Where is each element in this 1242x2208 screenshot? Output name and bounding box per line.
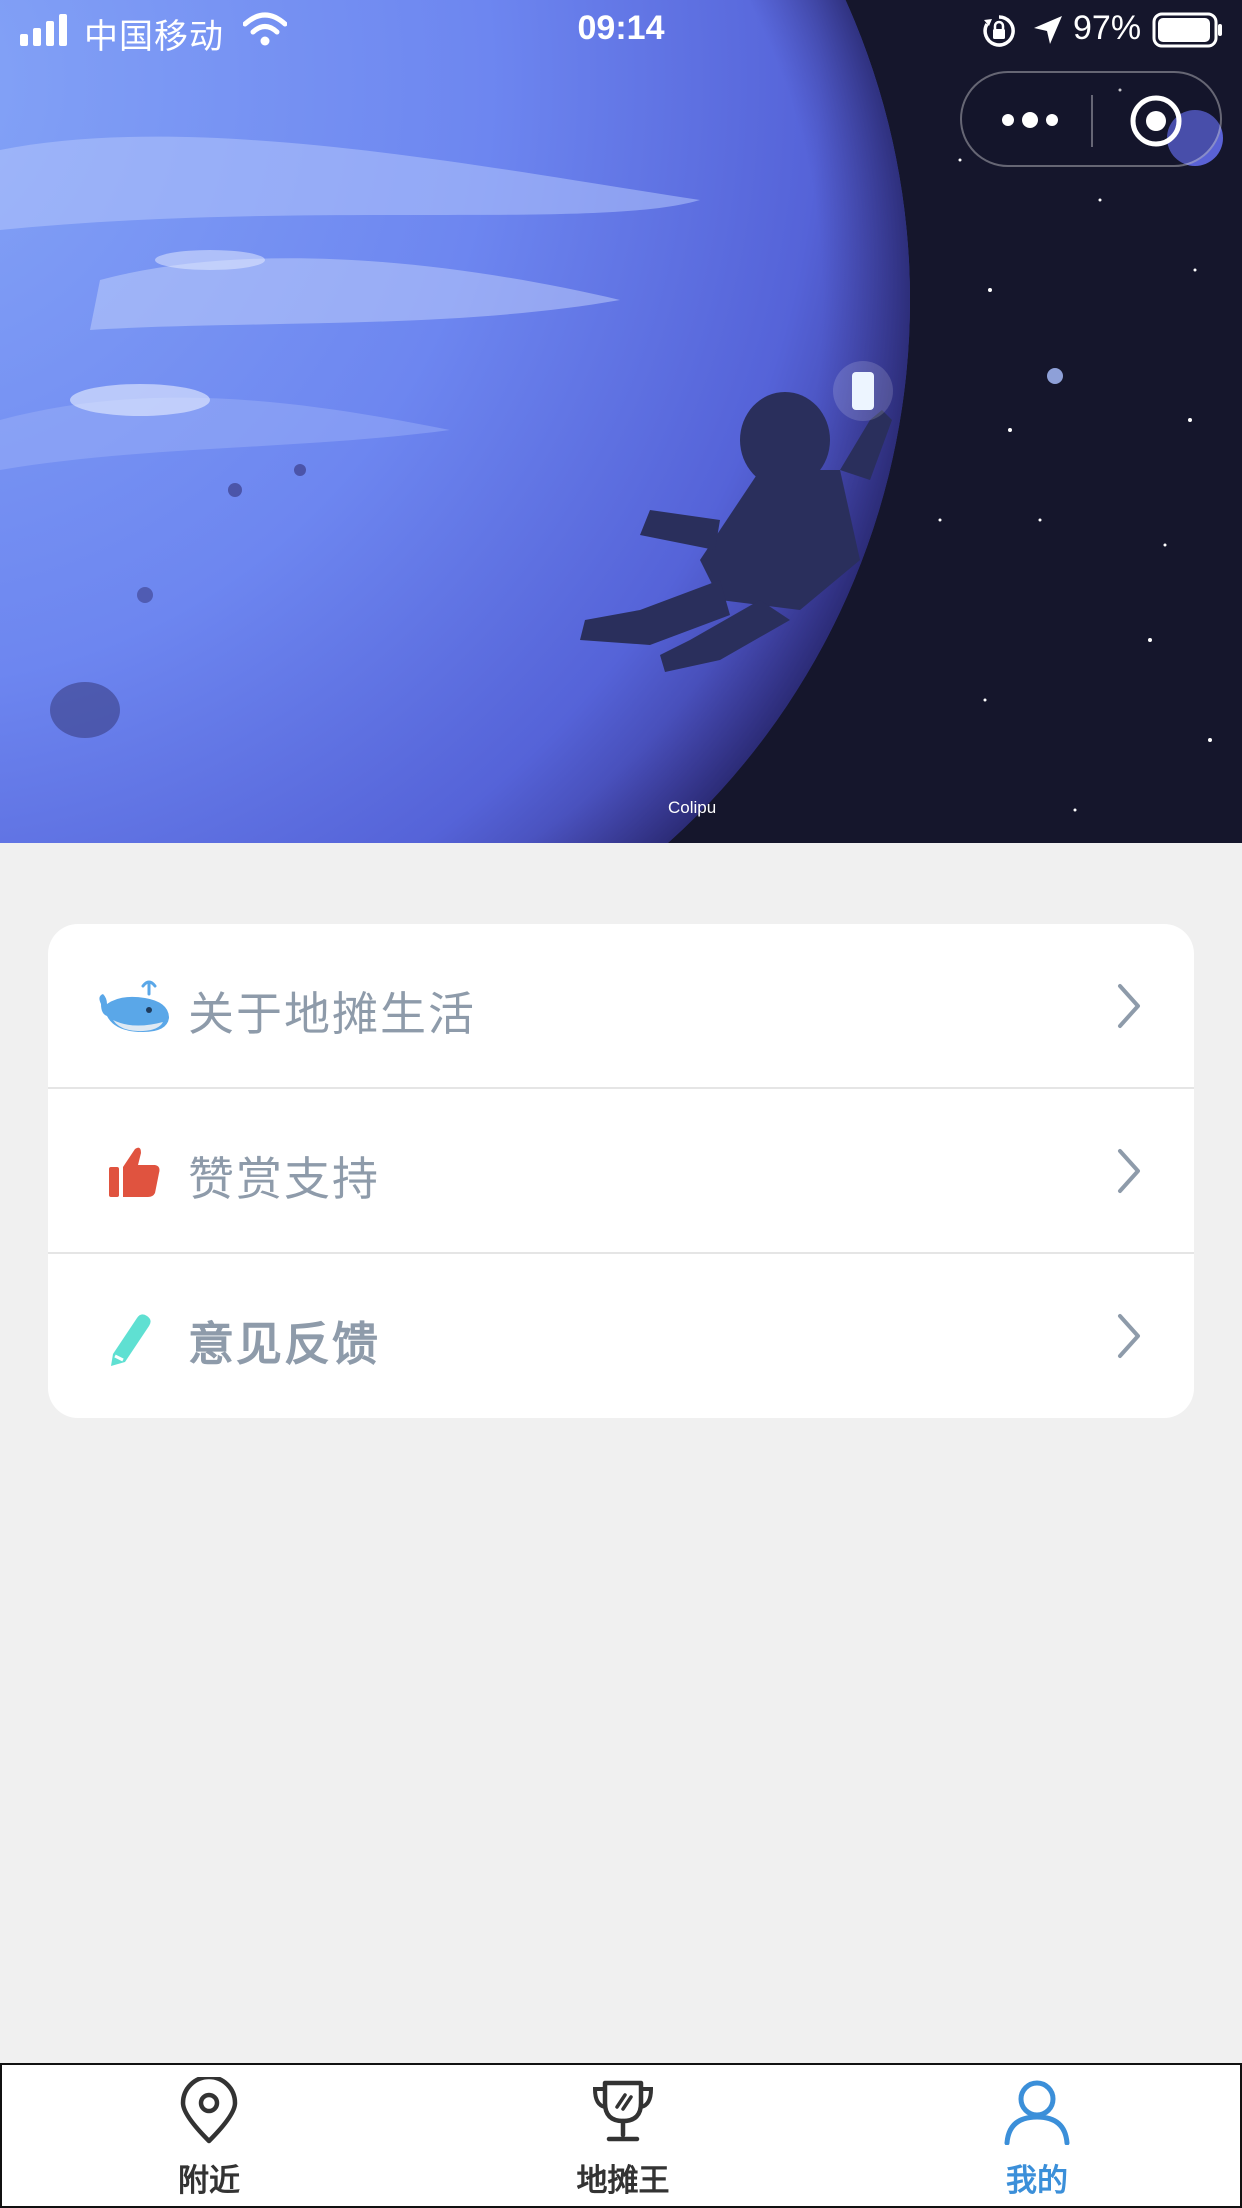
image-credit: Colipu [668, 798, 717, 817]
close-miniprogram-icon[interactable] [1128, 93, 1184, 149]
miniprogram-capsule [960, 71, 1222, 167]
chevron-right-icon [1118, 1149, 1140, 1193]
battery-icon [1152, 12, 1222, 48]
menu-item-label: 关于地摊生活 [188, 987, 476, 1041]
pencil-icon [111, 1314, 151, 1366]
chevron-right-icon [1118, 984, 1140, 1028]
thumbs-up-icon [109, 1147, 160, 1197]
status-bar: 中国移动 09:14 97% [0, 0, 1242, 62]
trophy-icon [592, 2080, 654, 2142]
capsule-divider [1091, 95, 1093, 147]
whale-icon [99, 980, 169, 1032]
menu-item-label: 赞赏支持 [188, 1152, 380, 1206]
location-pin-icon [180, 2077, 238, 2144]
menu-item-support[interactable]: 赞赏支持 [48, 1089, 1194, 1254]
tab-mine[interactable]: 我的 [830, 2065, 1242, 2208]
menu-item-label: 意见反馈 [188, 1317, 380, 1371]
tab-label: 我的 [1006, 2163, 1068, 2199]
user-icon [1004, 2080, 1070, 2145]
rotation-lock-icon [983, 15, 1015, 47]
tab-bar: 附近 地摊王 我的 [0, 2063, 1242, 2208]
chevron-right-icon [1118, 1314, 1140, 1358]
menu-item-feedback[interactable]: 意见反馈 [48, 1254, 1194, 1418]
tab-label: 地摊王 [576, 2163, 670, 2199]
battery-percentage: 97% [1073, 9, 1142, 47]
more-icon[interactable] [1000, 103, 1060, 137]
tab-stall-king[interactable]: 地摊王 [416, 2065, 830, 2208]
tab-nearby[interactable]: 附近 [2, 2065, 416, 2208]
menu-item-about[interactable]: 关于地摊生活 [48, 924, 1194, 1089]
menu-card: 关于地摊生活 赞赏支持 意见反馈 [48, 924, 1194, 1418]
location-arrow-icon [1034, 16, 1062, 44]
tab-label: 附近 [178, 2163, 240, 2199]
